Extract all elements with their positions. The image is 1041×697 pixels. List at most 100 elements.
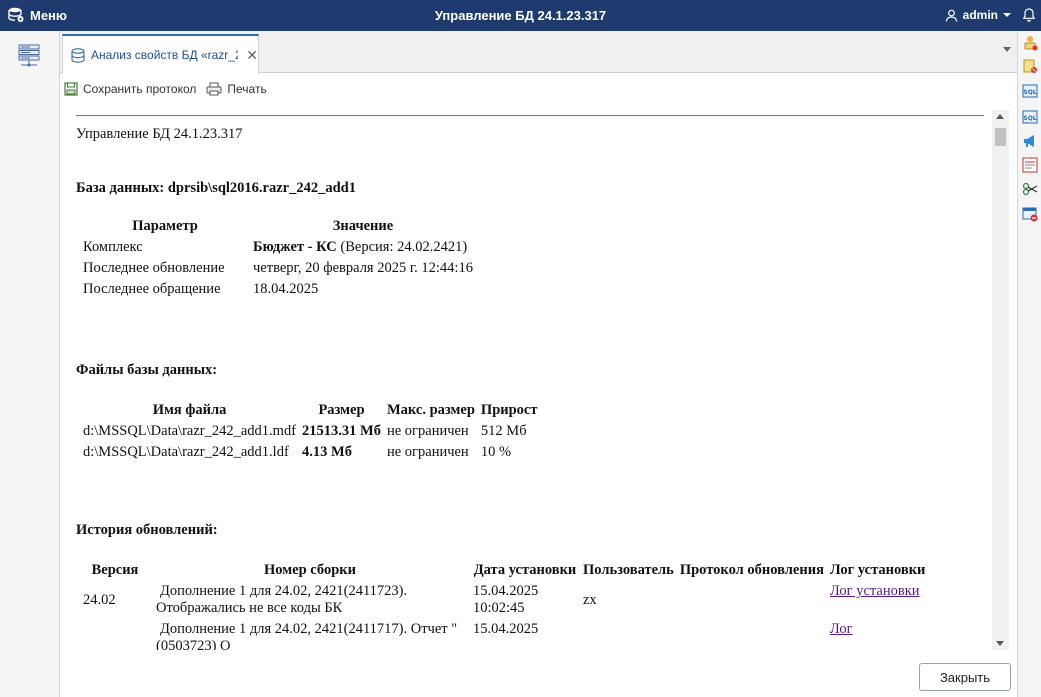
file-name: d:\MSSQL\Data\razr_242_add1.ldf	[83, 444, 289, 460]
announce-tool-button[interactable]	[1022, 133, 1038, 149]
sql-icon: SQL	[1022, 84, 1038, 98]
history-header-user: Пользователь	[583, 562, 674, 578]
scroll-thumb[interactable]	[995, 128, 1006, 146]
user-icon	[945, 9, 958, 22]
install-log-link[interactable]: Лог установки	[830, 583, 920, 599]
table-row: Комплекс Бюджет - КС (Версия: 24.02.2421…	[80, 237, 476, 258]
file-size: 4.13 Мб	[302, 444, 352, 460]
left-sidebar	[0, 31, 60, 697]
table-row: 24.02 Дополнение 1 для 24.02, 2421(24117…	[80, 581, 928, 619]
bell-icon	[1022, 8, 1036, 22]
table-row: Последнее обновление четверг, 20 февраля…	[80, 258, 476, 279]
param-value: четверг, 20 февраля 2025 г. 12:44:16	[253, 260, 473, 276]
print-button[interactable]: Печать	[206, 82, 267, 96]
db-error-icon	[1023, 59, 1037, 73]
param-name: Последнее обновление	[83, 260, 225, 276]
params-header-param: Параметр	[132, 218, 198, 234]
file-max-size: не ограничен	[386, 423, 469, 439]
history-user	[580, 619, 677, 650]
history-protocol	[677, 619, 827, 650]
tab-db-analysis[interactable]: Анализ свойств БД «razr_242_add1» ✕	[62, 34, 259, 74]
server-list-button[interactable]	[18, 44, 40, 71]
db-error-tool-button[interactable]	[1022, 58, 1038, 74]
history-build: Дополнение 1 для 24.02, 2421(2411717). О…	[156, 621, 458, 650]
chevron-down-icon	[1003, 13, 1011, 17]
printer-icon	[206, 82, 222, 96]
save-protocol-button[interactable]: Сохранить протокол	[64, 82, 196, 96]
sql-script-icon: SQL	[1022, 110, 1038, 124]
tab-strip: Анализ свойств БД «razr_242_add1» ✕	[60, 31, 1017, 74]
table-row: Дополнение 1 для 24.02, 2421(2411717). О…	[80, 619, 928, 650]
tab-close-icon[interactable]: ✕	[246, 47, 258, 64]
server-list-icon	[18, 44, 40, 67]
report-view: Управление БД 24.1.23.317 База данных: d…	[76, 110, 992, 650]
files-header-size: Размер	[318, 402, 365, 418]
file-max-size: не ограничен	[386, 444, 469, 460]
user-menu[interactable]: admin	[945, 8, 1011, 22]
megaphone-icon	[1024, 135, 1034, 147]
history-table: Версия Номер сборки Дата установки Польз…	[80, 560, 928, 650]
files-heading: Файлы базы данных:	[76, 362, 218, 378]
report-tool-button[interactable]	[1022, 157, 1038, 173]
notifications-button[interactable]	[1022, 8, 1036, 25]
table-row: d:\MSSQL\Data\razr_242_add1.ldf 4.13 Мб …	[80, 442, 541, 463]
tab-label: Анализ свойств БД «razr_242_add1»	[90, 48, 239, 62]
file-name: d:\MSSQL\Data\razr_242_add1.mdf	[83, 423, 297, 439]
app-title: Управление БД 24.1.23.317	[434, 8, 607, 23]
param-value: Бюджет - КС (Версия: 24.02.2421)	[253, 239, 468, 255]
menu-label: Меню	[30, 7, 68, 23]
param-name: Комплекс	[83, 239, 143, 255]
files-header-name: Имя файла	[152, 402, 227, 418]
save-icon	[64, 82, 78, 96]
top-bar: Меню Управление БД 24.1.23.317 admin	[0, 0, 1041, 31]
history-protocol	[677, 581, 827, 619]
param-name: Последнее обращение	[83, 281, 221, 297]
scroll-up-arrow[interactable]	[996, 114, 1004, 119]
param-value: 18.04.2025	[253, 281, 319, 297]
history-header-date: Дата установки	[473, 562, 577, 578]
history-header-log: Лог установки	[829, 562, 926, 578]
remove-db-tool-button[interactable]	[1022, 206, 1038, 222]
files-table: Имя файла Размер Макс. размер Прирост d:…	[80, 400, 541, 463]
save-protocol-label: Сохранить протокол	[83, 82, 197, 96]
sql-tool-button[interactable]: SQL	[1022, 83, 1038, 99]
install-log-link[interactable]: Лог	[830, 621, 853, 637]
history-user: zx	[583, 591, 597, 608]
history-heading: История обновлений:	[76, 522, 218, 538]
scissors-icon	[1022, 182, 1038, 196]
history-version: 24.02	[83, 591, 116, 608]
database-heading: База данных: dprsib\sql2016.razr_242_add…	[76, 180, 356, 196]
db-user-icon	[1024, 36, 1038, 51]
cut-tool-button[interactable]	[1022, 181, 1038, 197]
scroll-down-arrow[interactable]	[996, 641, 1004, 646]
history-header-build: Номер сборки	[264, 562, 356, 578]
file-size: 21513.31 Мб	[302, 423, 381, 439]
file-growth: 10 %	[480, 444, 512, 460]
files-header-max: Макс. размер	[386, 402, 475, 418]
file-growth: 512 Мб	[480, 423, 527, 439]
sql-script-tool-button[interactable]: SQL	[1022, 109, 1038, 125]
tab-list-dropdown[interactable]	[1003, 47, 1011, 52]
right-sidebar: SQL SQL	[1017, 31, 1041, 697]
main-panel: Анализ свойств БД «razr_242_add1» ✕ Сохр…	[60, 31, 1017, 697]
close-button[interactable]: Закрыть	[919, 663, 1011, 691]
files-header-growth: Прирост	[480, 402, 538, 418]
toolbar: Сохранить протокол Печать	[60, 74, 1017, 104]
table-row: Последнее обращение 18.04.2025	[80, 279, 476, 300]
report-scrollbar[interactable]	[992, 110, 1009, 650]
history-header-version: Версия	[91, 562, 139, 578]
params-header-value: Значение	[332, 218, 394, 234]
history-build: Дополнение 1 для 24.02, 2421(2411723). О…	[156, 583, 408, 616]
history-date: 15.04.2025	[473, 621, 539, 637]
params-table: Параметр Значение Комплекс Бюджет - КС (…	[80, 216, 476, 300]
print-label: Печать	[227, 82, 267, 96]
db-user-tool-button[interactable]	[1022, 35, 1038, 51]
database-icon	[71, 47, 85, 63]
report-divider	[76, 115, 984, 116]
history-header-protocol: Протокол обновления	[679, 562, 824, 578]
report-icon	[1022, 157, 1038, 173]
database-menu-icon	[8, 7, 24, 22]
menu-button[interactable]: Меню	[8, 7, 67, 23]
window-remove-icon	[1022, 207, 1038, 222]
svg-text:SQL: SQL	[1023, 115, 1036, 122]
